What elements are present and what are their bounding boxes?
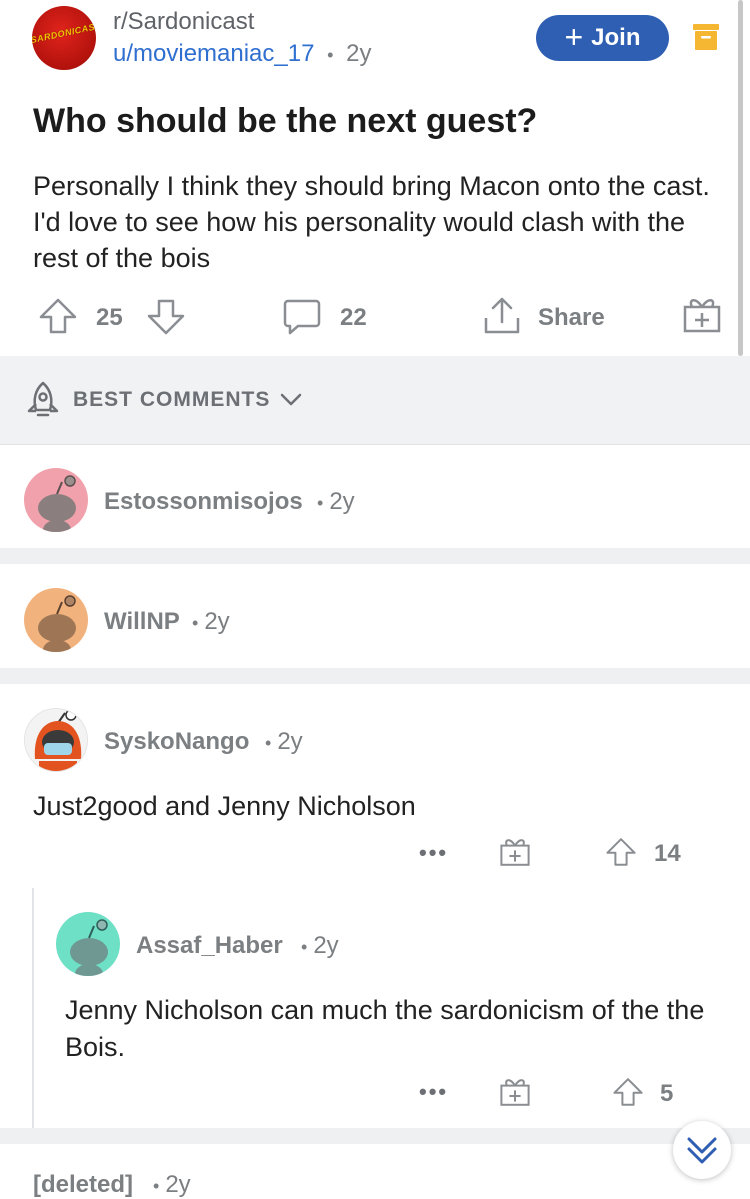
comment-age-value: 2y	[313, 932, 339, 959]
comment-age: • 2y	[317, 488, 355, 516]
avatar[interactable]	[24, 708, 88, 772]
sort-label[interactable]: BEST COMMENTS	[73, 388, 270, 412]
snoo-avatar-icon	[38, 475, 76, 532]
comment-age-value: 2y	[277, 728, 303, 755]
upvote-icon[interactable]	[612, 1076, 644, 1108]
vote-count: 5	[660, 1080, 674, 1107]
subreddit-name[interactable]: r/Sardonicast	[113, 8, 254, 36]
vote-count: 14	[654, 840, 681, 867]
post-title[interactable]: Who should be the next guest?	[33, 102, 537, 141]
comment-author[interactable]: Estossonmisojos	[104, 488, 303, 516]
double-chevron-down-icon	[687, 1137, 717, 1164]
next-comment-button[interactable]	[673, 1121, 731, 1179]
downvote-icon[interactable]	[146, 298, 186, 336]
comment-age: • 2y	[153, 1171, 191, 1199]
thread-line[interactable]	[32, 888, 34, 1128]
comment-age-value: 2y	[204, 608, 230, 635]
comment-count: 22	[340, 304, 367, 331]
snoo-avatar-icon	[34, 709, 82, 771]
upvote-count: 25	[96, 304, 123, 331]
meta-separator: •	[192, 613, 199, 633]
comment-body: Just2good and Jenny Nicholson	[33, 791, 416, 821]
meta-separator: •	[153, 1176, 160, 1196]
avatar[interactable]	[24, 468, 88, 532]
share-icon[interactable]	[482, 296, 522, 336]
share-label[interactable]: Share	[538, 304, 605, 332]
join-button[interactable]: + Join	[536, 15, 669, 61]
archive-icon[interactable]	[692, 22, 720, 52]
comment-age: • 2y	[301, 932, 339, 960]
comment-age-value: 2y	[329, 488, 355, 515]
subreddit-avatar[interactable]: SARDONICAST	[32, 6, 96, 70]
upvote-icon[interactable]	[38, 297, 78, 335]
comment-body: Jenny Nicholson can much the sardonicism…	[65, 995, 705, 1062]
chevron-down-icon[interactable]	[279, 392, 303, 408]
meta-separator: •	[317, 493, 324, 513]
avatar[interactable]	[24, 588, 88, 652]
award-icon[interactable]	[499, 836, 531, 868]
meta-separator: •	[301, 937, 308, 957]
divider	[0, 668, 750, 684]
comment-author[interactable]: WillNP	[104, 608, 180, 636]
comment-author[interactable]: Assaf_Haber	[136, 932, 283, 960]
subreddit-logo-text: SARDONICAST	[32, 20, 96, 46]
comment-age-value: 2y	[165, 1171, 191, 1198]
comment-age: • 2y	[192, 608, 230, 636]
post-meta: u/moviemaniac_17 • 2y	[113, 40, 371, 68]
meta-separator: •	[265, 733, 272, 753]
comment-age: • 2y	[265, 728, 303, 756]
join-label: Join	[591, 24, 641, 51]
post-age: 2y	[346, 40, 372, 67]
more-options-icon[interactable]: •••	[419, 840, 448, 866]
award-icon[interactable]	[499, 1076, 531, 1108]
snoo-avatar-icon	[70, 919, 108, 976]
post-author[interactable]: u/moviemaniac_17	[113, 40, 314, 67]
meta-separator: •	[327, 45, 334, 65]
scrollbar[interactable]	[738, 0, 743, 356]
rocket-icon	[27, 381, 59, 417]
upvote-icon[interactable]	[605, 836, 637, 868]
divider	[0, 1128, 750, 1144]
divider	[0, 548, 750, 564]
post-body: Personally I think they should bring Mac…	[33, 171, 710, 273]
snoo-avatar-icon	[38, 595, 76, 652]
more-options-icon[interactable]: •••	[419, 1079, 448, 1105]
plus-icon: +	[564, 18, 584, 55]
comment-author: [deleted]	[33, 1171, 134, 1198]
award-icon[interactable]	[682, 295, 722, 335]
comment-icon[interactable]	[282, 297, 322, 337]
comment-author[interactable]: SyskoNango	[104, 728, 249, 756]
avatar[interactable]	[56, 912, 120, 976]
